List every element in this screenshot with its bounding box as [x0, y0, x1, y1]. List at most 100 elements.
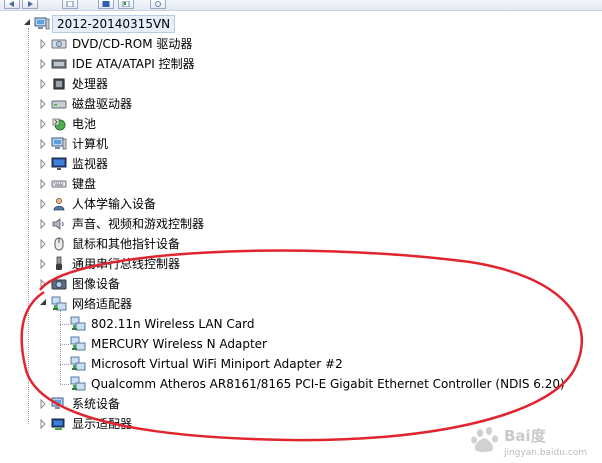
collapsed-arrow-icon[interactable]: [38, 234, 48, 254]
tree-category[interactable]: 声音、视频和游戏控制器: [0, 214, 602, 234]
tree-device-item[interactable]: 802.11n Wireless LAN Card: [0, 314, 602, 334]
device-tree[interactable]: 2012-20140315VN DVD/CD-ROM 驱动器 IDE ATA/ATA…: [0, 14, 602, 434]
properties-button[interactable]: [118, 0, 134, 9]
tree-category[interactable]: 图像设备: [0, 274, 602, 294]
tree-category-label: 处理器: [72, 77, 109, 91]
tree-device-label: 802.11n Wireless LAN Card: [91, 317, 255, 331]
network-adapter-icon: [70, 336, 86, 352]
forward-icon: [28, 1, 33, 7]
tree-category-label: 图像设备: [72, 277, 121, 291]
tree-guide-line: [60, 344, 69, 345]
collapsed-arrow-icon[interactable]: [38, 174, 48, 194]
properties-icon: [122, 1, 130, 7]
mouse-icon: [51, 236, 67, 252]
tree-category-label: 系统设备: [72, 397, 121, 411]
monitor-icon: [51, 156, 67, 172]
tree-category[interactable]: 通用串行总线控制器: [0, 254, 602, 274]
tree-category-label: 鼠标和其他指针设备: [72, 237, 181, 251]
system-device-icon: [51, 396, 67, 412]
network-adapter-icon: [70, 356, 86, 372]
dvd-drive-icon: [51, 36, 67, 52]
collapsed-arrow-icon[interactable]: [38, 414, 48, 434]
toolbar: [0, 0, 602, 11]
tree-category[interactable]: 系统设备: [0, 394, 602, 414]
ide-controller-icon: [51, 56, 67, 72]
tree-device-item[interactable]: Qualcomm Atheros AR8161/8165 PCI-E Gigab…: [0, 374, 602, 394]
tree-category-label: 磁盘驱动器: [72, 97, 133, 111]
tree-guide-line: [28, 28, 29, 424]
tree-category[interactable]: 监视器: [0, 154, 602, 174]
tree-category[interactable]: 处理器: [0, 74, 602, 94]
tree-category[interactable]: DVD/CD-ROM 驱动器: [0, 34, 602, 54]
tree-category[interactable]: IDE ATA/ATAPI 控制器: [0, 54, 602, 74]
network-adapter-icon: [51, 296, 67, 312]
view-button[interactable]: [62, 0, 78, 9]
tree-category[interactable]: 磁盘驱动器: [0, 94, 602, 114]
baidu-logo-icon: Bai度 jingyan.baidu.com: [471, 427, 587, 458]
disk-drive-icon: [51, 96, 67, 112]
collapsed-arrow-icon[interactable]: [38, 54, 48, 74]
tree-category-label: 人体学输入设备: [72, 197, 157, 211]
collapsed-arrow-icon[interactable]: [38, 274, 48, 294]
tree-category[interactable]: 网络适配器: [0, 294, 602, 314]
forward-button[interactable]: [22, 0, 38, 9]
display-adapter-icon: [51, 416, 67, 432]
tree-category-label: 计算机: [72, 137, 109, 151]
tree-category-label: 显示适配器: [72, 417, 133, 431]
tree-root-label: 2012-20140315VN: [52, 15, 176, 33]
tree-device-item[interactable]: Microsoft Virtual WiFi Miniport Adapter …: [0, 354, 602, 374]
collapsed-arrow-icon[interactable]: [38, 154, 48, 174]
network-adapter-icon: [70, 316, 86, 332]
usb-icon: [51, 256, 67, 272]
tree-category-label: 监视器: [72, 157, 109, 171]
tree-device-item[interactable]: MERCURY Wireless N Adapter: [0, 334, 602, 354]
collapsed-arrow-icon[interactable]: [38, 254, 48, 274]
collapsed-arrow-icon[interactable]: [38, 394, 48, 414]
keyboard-icon: [51, 176, 67, 192]
battery-icon: [51, 116, 67, 132]
tree-guide-line: [60, 324, 69, 325]
collapsed-arrow-icon[interactable]: [38, 34, 48, 54]
tree-category[interactable]: 鼠标和其他指针设备: [0, 234, 602, 254]
tree-category-label: 通用串行总线控制器: [72, 257, 181, 271]
tree-category[interactable]: 键盘: [0, 174, 602, 194]
computer-icon: [51, 136, 67, 152]
help-button[interactable]: [98, 0, 114, 9]
camera-icon: [51, 276, 67, 292]
watermark-text: Bai度: [504, 427, 547, 445]
tree-category-label: 网络适配器: [72, 297, 133, 311]
tree-category-label: 声音、视频和游戏控制器: [72, 217, 205, 231]
back-icon: [9, 1, 14, 7]
tree-category-label: DVD/CD-ROM 驱动器: [72, 37, 193, 51]
tree-device-label: MERCURY Wireless N Adapter: [91, 337, 267, 351]
help-icon: [102, 1, 110, 7]
baidu-watermark: Bai度 jingyan.baidu.com: [460, 423, 596, 459]
tree-guide-line: [60, 310, 61, 384]
collapsed-arrow-icon[interactable]: [38, 94, 48, 114]
scan-button[interactable]: [150, 0, 166, 9]
tree-device-label: Qualcomm Atheros AR8161/8165 PCI-E Gigab…: [91, 377, 565, 391]
hid-icon: [51, 196, 67, 212]
collapsed-arrow-icon[interactable]: [38, 114, 48, 134]
tree-category[interactable]: 人体学输入设备: [0, 194, 602, 214]
collapsed-arrow-icon[interactable]: [38, 194, 48, 214]
computer-icon: [34, 16, 50, 32]
sound-icon: [51, 216, 67, 232]
tree-guide-line: [60, 384, 69, 385]
processor-icon: [51, 76, 67, 92]
expanded-arrow-icon[interactable]: [38, 294, 48, 314]
tree-category-label: 电池: [72, 117, 97, 131]
collapsed-arrow-icon[interactable]: [38, 214, 48, 234]
tree-category-label: IDE ATA/ATAPI 控制器: [72, 57, 195, 71]
collapsed-arrow-icon[interactable]: [38, 134, 48, 154]
tree-device-label: Microsoft Virtual WiFi Miniport Adapter …: [91, 357, 343, 371]
collapsed-arrow-icon[interactable]: [38, 74, 48, 94]
tree-guide-line: [60, 364, 69, 365]
network-adapter-icon: [70, 376, 86, 392]
expanded-arrow-icon[interactable]: [22, 14, 32, 34]
tree-category[interactable]: 计算机: [0, 134, 602, 154]
tree-root[interactable]: 2012-20140315VN: [0, 14, 602, 34]
back-button[interactable]: [4, 0, 20, 9]
tree-category[interactable]: 电池: [0, 114, 602, 134]
view-icon: [66, 1, 74, 7]
